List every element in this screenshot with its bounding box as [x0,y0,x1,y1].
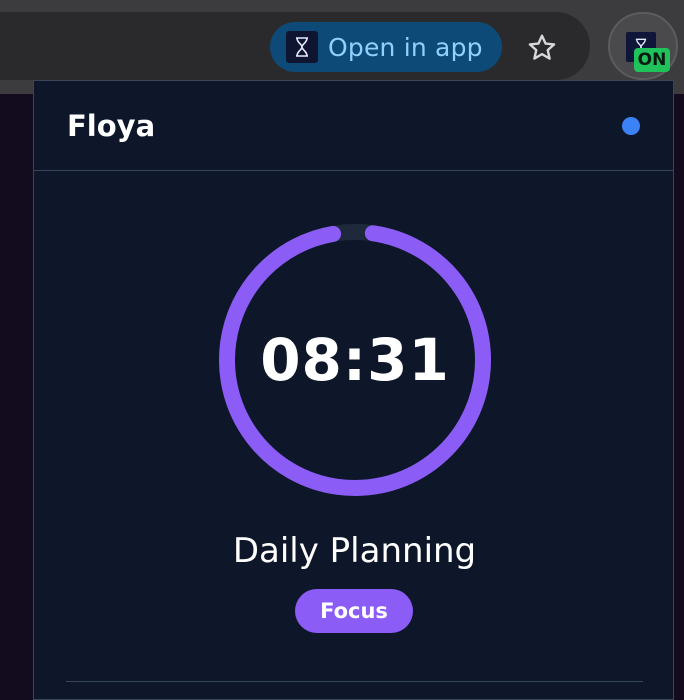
extension-popup: Floya 08:31 Daily Planning Focus [33,80,674,700]
open-in-app-button[interactable]: Open in app [270,22,502,72]
focus-mode-badge: Focus [295,589,413,633]
status-dot [622,117,640,135]
extension-button[interactable]: ON [608,12,678,80]
app-name: Floya [67,109,156,143]
timer-display: 08:31 [260,326,450,394]
session-title: Daily Planning [232,531,477,571]
popup-header: Floya [34,81,673,171]
bookmark-star-icon[interactable] [522,28,562,68]
divider [66,681,643,682]
hourglass-icon [286,31,318,63]
open-in-app-label: Open in app [328,32,483,62]
extension-on-badge: ON [634,48,670,72]
